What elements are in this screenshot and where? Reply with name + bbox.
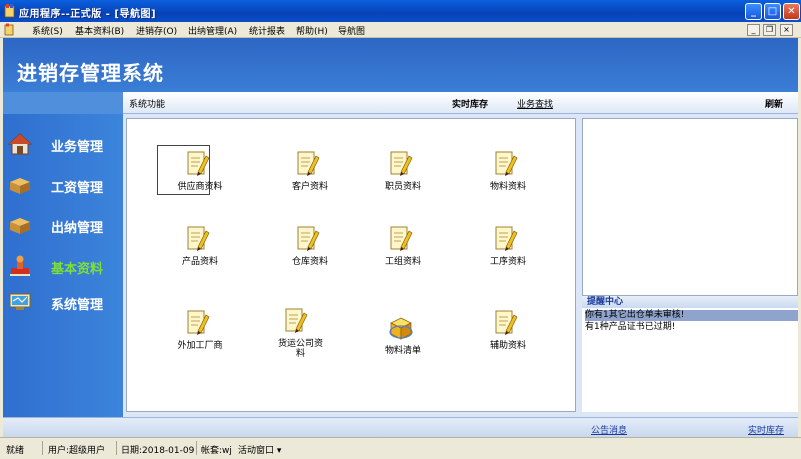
tile-label: 外加工厂商 [177, 341, 223, 351]
section-title: 系统功能 [129, 100, 166, 110]
stamp-icon [10, 255, 30, 276]
sidebar-item-system[interactable]: 系统管理 [3, 288, 123, 316]
tile-warehouse[interactable]: 仓库资料 [265, 220, 355, 280]
tile-label: 仓库资料 [291, 257, 328, 267]
main-panel: 供应商资料 客户资料 职员资料 物料资料 产品资料 仓库资料 工组资料 工序资料… [123, 114, 579, 417]
app-title: 进销存管理系统 [17, 61, 164, 85]
house-icon [8, 133, 32, 155]
notice-link[interactable]: 公告消息 [591, 423, 627, 436]
document-pencil-icon [495, 226, 518, 251]
sidebar: 业务管理 工资管理 出纳管理 基本资料 系统管理 [3, 92, 123, 417]
mdi-close-button[interactable]: × [780, 24, 793, 36]
menu-help[interactable]: 帮助(H) [296, 24, 328, 37]
tile-product[interactable]: 产品资料 [155, 220, 245, 280]
reminder-center: 提醒中心 你有1其它出仓单未审核! 有1种产品证书已过期! [582, 296, 798, 412]
sidebar-header-band [3, 92, 123, 114]
document-icon [4, 23, 14, 36]
tile-auxiliary[interactable]: 辅助资料 [463, 304, 553, 364]
document-pencil-icon [187, 310, 210, 335]
sidebar-item-label: 工资管理 [51, 181, 104, 196]
status-separator [42, 441, 43, 455]
status-account: 帐套:wj [201, 446, 232, 456]
tile-label: 产品资料 [181, 257, 218, 267]
reminder-title: 提醒中心 [582, 296, 798, 308]
window-titlebar[interactable]: 应用程序--正式版 - [导航图] _ □ ✕ [0, 0, 801, 22]
sidebar-item-business[interactable]: 业务管理 [3, 130, 123, 158]
tile-freight[interactable]: 货运公司资料 [253, 302, 343, 362]
boxes-icon [10, 178, 30, 194]
menu-navigation[interactable]: 导航图 [338, 24, 365, 37]
tile-material[interactable]: 物料资料 [463, 145, 553, 205]
monitor-icon [9, 293, 31, 310]
tile-label: 货运公司资料 [278, 339, 324, 359]
active-window-dropdown[interactable]: 活动窗口 ▾ [238, 443, 281, 456]
menu-reports[interactable]: 统计报表 [249, 24, 285, 37]
sidebar-item-payroll[interactable]: 工资管理 [3, 171, 123, 199]
menu-bar: 系统(S) 基本资料(B) 进销存(O) 出纳管理(A) 统计报表 帮助(H) … [0, 22, 801, 38]
function-bar: 系统功能 实时库存 业务查找 刷新 [123, 92, 798, 114]
mdi-restore-button[interactable]: ❐ [763, 24, 776, 36]
minimize-button[interactable]: _ [745, 3, 762, 20]
document-pencil-icon [495, 310, 518, 335]
status-state: 就绪 [6, 446, 25, 456]
status-date: 日期:2018-01-09 [121, 446, 195, 456]
tab-business-query[interactable]: 业务查找 [517, 97, 553, 110]
tile-customer[interactable]: 客户资料 [265, 145, 355, 205]
status-separator [116, 441, 117, 455]
function-grid: 供应商资料 客户资料 职员资料 物料资料 产品资料 仓库资料 工组资料 工序资料… [126, 118, 576, 412]
tile-staff[interactable]: 职员资料 [358, 145, 448, 205]
menu-cashier[interactable]: 出纳管理(A) [188, 24, 237, 37]
sidebar-item-label: 出纳管理 [51, 221, 104, 236]
stock-link[interactable]: 实时库存 [748, 423, 784, 436]
reminder-message[interactable]: 有1种产品证书已过期! [585, 322, 798, 333]
tile-label: 客户资料 [291, 182, 328, 192]
info-area [582, 118, 798, 296]
window-title: 应用程序--正式版 - [导航图] [19, 9, 157, 20]
tile-label: 物料清单 [384, 346, 421, 356]
sidebar-item-label: 系统管理 [51, 298, 104, 313]
tile-label: 职员资料 [384, 182, 421, 192]
sidebar-item-label: 基本资料 [51, 262, 104, 277]
document-pencil-icon [285, 308, 308, 333]
reminder-message[interactable]: 你有1其它出仓单未审核! [585, 310, 798, 321]
tile-label: 物料资料 [489, 182, 526, 192]
right-panel: 提醒中心 你有1其它出仓单未审核! 有1种产品证书已过期! [579, 114, 798, 417]
tile-workgroup[interactable]: 工组资料 [358, 220, 448, 280]
sidebar-item-cashier[interactable]: 出纳管理 [3, 211, 123, 239]
tile-label: 工组资料 [384, 257, 421, 267]
header-banner: 进销存管理系统 [3, 38, 798, 92]
sidebar-item-basic-data[interactable]: 基本资料 [3, 252, 123, 280]
document-pencil-icon [390, 226, 413, 251]
status-bar: 就绪 用户:超级用户 日期:2018-01-09 帐套:wj 活动窗口 ▾ [0, 437, 801, 459]
tile-label: 供应商资料 [177, 182, 223, 192]
menu-system[interactable]: 系统(S) [32, 24, 63, 37]
document-pencil-icon [495, 151, 518, 176]
status-separator [196, 441, 197, 455]
tile-bom[interactable]: 物料清单 [358, 309, 448, 369]
tile-label: 辅助资料 [489, 341, 526, 351]
document-pencil-icon [297, 226, 320, 251]
status-user: 用户:超级用户 [48, 446, 106, 456]
app-icon [4, 4, 15, 18]
document-pencil-icon [297, 151, 320, 176]
boxes-icon [10, 218, 30, 234]
bottom-link-bar: 公告消息 实时库存 [3, 417, 798, 437]
tile-label: 工序资料 [489, 257, 526, 267]
sidebar-item-label: 业务管理 [51, 140, 104, 155]
cube-icon [389, 317, 413, 340]
document-pencil-icon [187, 226, 210, 251]
tile-outsourcing[interactable]: 外加工厂商 [155, 304, 245, 364]
close-button[interactable]: ✕ [783, 3, 800, 20]
tile-supplier[interactable]: 供应商资料 [155, 145, 245, 205]
menu-inventory[interactable]: 进销存(O) [136, 24, 177, 37]
refresh-button[interactable]: 刷新 [765, 97, 783, 110]
tab-realtime-stock[interactable]: 实时库存 [452, 97, 488, 110]
mdi-minimize-button[interactable]: _ [747, 24, 760, 36]
document-pencil-icon [187, 151, 210, 176]
document-pencil-icon [390, 151, 413, 176]
menu-basic-data[interactable]: 基本资料(B) [75, 24, 124, 37]
maximize-button[interactable]: □ [764, 3, 781, 20]
tile-process[interactable]: 工序资料 [463, 220, 553, 280]
